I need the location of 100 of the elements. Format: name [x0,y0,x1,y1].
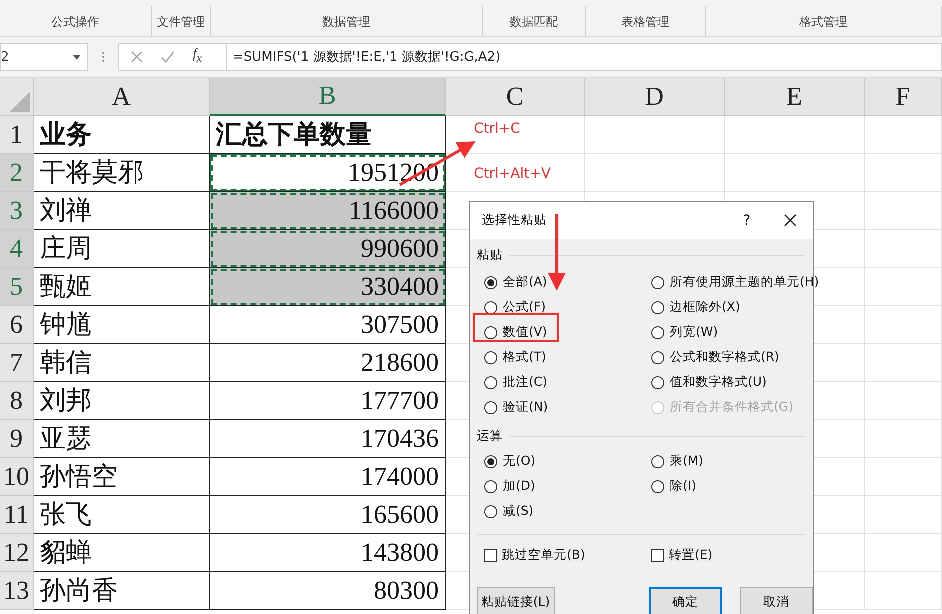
dropdown-caret-icon[interactable] [73,54,81,60]
close-icon[interactable] [784,214,796,227]
section-label: 粘贴 [477,247,503,264]
table-cell: 165600 [210,496,446,534]
dialog-title: 选择性粘贴 [482,212,548,229]
option-label: 列宽(W) [670,324,718,341]
insert-function-button[interactable]: f$_{x}$ [193,48,202,66]
option-label: 批注(C) [503,374,548,391]
ribbon-group-label: 格式管理 [706,6,942,36]
table-cell: 业务 [34,116,210,154]
table-cell: 汇总下单数量 [210,116,446,154]
row-header[interactable]: 10 [0,458,34,496]
option-label: 除(I) [670,478,696,495]
check-icon[interactable] [161,51,175,63]
table-cell: 钟馗 [34,306,210,344]
radio-button[interactable] [651,326,665,340]
help-button[interactable]: ? [727,212,767,228]
ribbon-group-label: 文件管理 [152,6,211,36]
option-label: 边框除外(X) [670,299,740,316]
table-cell: 174000 [210,458,446,496]
checkbox[interactable] [484,549,497,562]
table-cell: 80300 [210,572,446,610]
name-box-text: 2 [1,50,10,64]
table-cell: 刘邦 [34,382,210,420]
column-header[interactable]: B [210,78,446,116]
option-label: 全部(A) [503,274,548,291]
grip-dots-icon [102,51,104,63]
ribbon-group-label: 公式操作 [0,6,152,36]
row-header[interactable]: 7 [0,344,34,382]
radio-button[interactable] [484,350,498,364]
column-header[interactable]: F [865,78,942,116]
annotation-text: Ctrl+C [474,121,520,137]
radio-button[interactable] [484,300,498,314]
radio-button[interactable] [484,504,498,518]
radio-button[interactable] [651,454,665,468]
dialog-button[interactable]: 粘贴链接(L) [477,587,555,614]
ribbon-group-label: 表格管理 [586,6,706,36]
row-header[interactable]: 8 [0,382,34,420]
radio-button[interactable] [484,480,498,494]
radio-button[interactable] [484,454,498,468]
column-header[interactable]: C [446,78,585,116]
row-header[interactable]: 4 [0,230,34,268]
table-cell: 韩信 [34,344,210,382]
option-label: 乘(M) [670,453,704,470]
table-cell: 孙悟空 [34,458,210,496]
dialog-button[interactable]: 确定 [648,587,722,614]
table-cell: 990600 [210,230,446,268]
option-label: 公式和数字格式(R) [670,349,780,366]
row-header[interactable]: 9 [0,420,34,458]
name-box[interactable]: 2 [0,43,88,71]
option-label: 格式(T) [503,349,546,366]
checkbox[interactable] [651,549,664,562]
option-label: 减(S) [503,503,534,520]
radio-button[interactable] [651,480,665,494]
radio-button[interactable] [651,300,665,314]
table-cell: 218600 [210,344,446,382]
option-label: 数值(V) [503,324,548,341]
table-cell: 307500 [210,306,446,344]
row-header[interactable]: 3 [0,192,34,230]
option-label: 公式(F) [503,299,546,316]
option-label: 所有合并条件格式(G) [670,399,794,416]
table-cell: 170436 [210,420,446,458]
table-cell: 143800 [210,534,446,572]
table-cell: 177700 [210,382,446,420]
table-cell: 330400 [210,268,446,306]
row-header[interactable]: 6 [0,306,34,344]
table-cell: 貂蝉 [34,534,210,572]
option-label: 所有使用源主题的单元(H) [670,274,820,291]
row-header[interactable]: 2 [0,154,34,192]
table-cell: 1166000 [210,192,446,230]
column-header[interactable]: A [34,78,210,116]
radio-button[interactable] [484,400,498,414]
option-label: 值和数字格式(U) [670,374,767,391]
table-cell: 干将莫邪 [34,154,210,192]
radio-button[interactable] [651,276,665,290]
table-cell: 孙尚香 [34,572,210,610]
table-cell: 张飞 [34,496,210,534]
column-header[interactable]: D [585,78,725,116]
option-label: 跳过空单元(B) [502,547,586,564]
annotation-text: Ctrl+Alt+V [474,166,551,182]
radio-button[interactable] [651,350,665,364]
option-label: 转置(E) [669,547,713,564]
section-label: 运算 [477,428,503,445]
formula-text[interactable]: =SUMIFS('1 源数据'!E:E,'1 源数据'!G:G,A2) [227,48,501,66]
row-header[interactable]: 11 [0,496,34,534]
table-cell: 亚瑟 [34,420,210,458]
row-header[interactable]: 13 [0,572,34,610]
row-header[interactable]: 12 [0,534,34,572]
radio-button[interactable] [484,276,498,290]
option-label: 加(D) [503,478,536,495]
radio-button[interactable] [484,376,498,390]
radio-button[interactable] [484,326,498,340]
option-label: 无(O) [503,453,536,470]
dialog-button[interactable]: 取消 [740,587,813,614]
radio-button[interactable] [651,376,665,390]
row-header[interactable]: 1 [0,116,34,154]
row-header[interactable]: 5 [0,268,34,306]
column-header[interactable]: E [725,78,865,116]
option-label: 验证(N) [503,399,548,416]
ribbon-group-label: 数据匹配 [483,6,586,36]
